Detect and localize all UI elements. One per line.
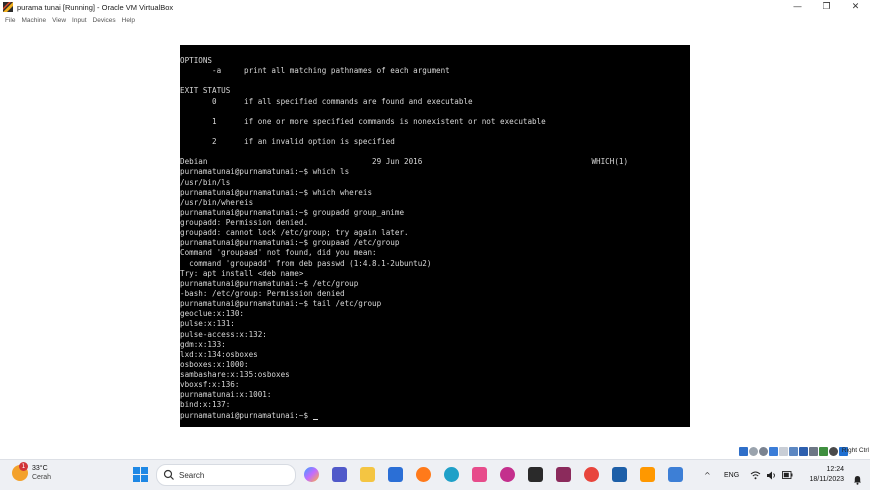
sublime-icon[interactable]	[640, 467, 655, 482]
window-title: purama tunai [Running] - Oracle VM Virtu…	[17, 2, 174, 12]
terminal-line: gdm:x:133:	[180, 339, 226, 349]
terminal-line: lxd:x:134:osboxes	[180, 349, 258, 359]
terminal-line: -a print all matching pathnames of each …	[180, 66, 450, 76]
firefox-icon[interactable]	[416, 467, 431, 482]
terminal-line: groupadd: Permission denied.	[180, 218, 309, 228]
menu-file[interactable]: File	[5, 17, 15, 24]
notification-badge: 1	[19, 462, 28, 471]
menu-devices[interactable]: Devices	[93, 17, 116, 24]
cpu-icon[interactable]	[819, 447, 828, 456]
network-icon[interactable]	[769, 447, 778, 456]
clock-date: 18/11/2023	[809, 476, 844, 483]
search-placeholder: Search	[179, 470, 205, 480]
terminal-line: bind:x:137:	[180, 400, 231, 410]
maximize-button[interactable]: ❐	[812, 0, 841, 14]
edge-icon[interactable]	[444, 467, 459, 482]
chrome-icon[interactable]	[584, 467, 599, 482]
terminal-prompt-line[interactable]: purnamatunai@purnamatunai:~$	[180, 411, 318, 421]
terminal-line: vboxsf:x:136:	[180, 380, 240, 390]
weather-condition: Cerah	[32, 474, 52, 481]
terminal-line: purnamatunai@purnamatunai:~$ groupaad /e…	[180, 238, 400, 248]
mouse-integration-icon[interactable]	[829, 447, 838, 456]
terminal-line: 0 if all specified commands are found an…	[180, 96, 473, 106]
optical-drive-icon[interactable]	[749, 447, 758, 456]
unknown-app-icon[interactable]	[668, 467, 683, 482]
weather-sun-icon: 1	[12, 462, 28, 481]
weather-temperature: 33°C	[32, 465, 48, 472]
terminal-line: /usr/bin/ls	[180, 177, 231, 187]
window-titlebar[interactable]: purama tunai [Running] - Oracle VM Virtu…	[0, 0, 870, 14]
virtualbox-window-icon	[3, 2, 13, 12]
start-button[interactable]	[133, 467, 148, 482]
terminal-line: command 'groupadd' from deb passwd (1:4.…	[180, 258, 432, 268]
terminal-line: pulse:x:131:	[180, 319, 235, 329]
terminal-line: Command 'groupaad' not found, did you me…	[180, 248, 377, 258]
terminal-line: /usr/bin/whereis	[180, 197, 254, 207]
menu-view[interactable]: View	[52, 17, 66, 24]
terminal-line: geoclue:x:130:	[180, 309, 245, 319]
notification-bell-icon[interactable]	[853, 470, 862, 489]
terminal-prompt: purnamatunai@purnamatunai:~$	[180, 410, 313, 420]
terminal-line: purnamatunai@purnamatunai:~$ groupadd gr…	[180, 207, 405, 217]
terminal-cursor	[312, 418, 318, 420]
terminal-line: EXIT STATUS	[180, 86, 231, 96]
system-clock[interactable]: 12:24 18/11/2023	[809, 465, 844, 485]
battery-icon[interactable]	[782, 471, 793, 479]
windows-taskbar: 1 33°C Cerah Search ^ ENG 12:24 18/11/20…	[0, 459, 870, 490]
usb-icon[interactable]	[779, 447, 788, 456]
weather-widget[interactable]: 1 33°C Cerah	[12, 462, 52, 482]
terminal-line: sambashare:x:135:osboxes	[180, 370, 290, 380]
display-icon[interactable]	[799, 447, 808, 456]
host-key-label: Right Ctrl	[841, 447, 869, 454]
store-icon[interactable]	[388, 467, 403, 482]
audio-icon[interactable]	[759, 447, 768, 456]
vm-console-screen[interactable]: OPTIONS -a print all matching pathnames …	[180, 45, 690, 427]
terminal-line: purnamatunai@purnamatunai:~$ which where…	[180, 187, 373, 197]
terminal-line: osboxes:x:1000:	[180, 359, 249, 369]
wifi-icon[interactable]	[750, 471, 761, 480]
taskbar-search-box[interactable]: Search	[156, 464, 296, 486]
menu-bar: File Machine View Input Devices Help	[0, 14, 870, 26]
close-button[interactable]: ✕	[841, 0, 870, 14]
minimize-button[interactable]: —	[783, 0, 812, 14]
menu-help[interactable]: Help	[122, 17, 135, 24]
clock-time: 12:24	[826, 466, 844, 473]
hard-disk-icon[interactable]	[739, 447, 748, 456]
copilot-icon[interactable]	[304, 467, 319, 482]
terminal-line: OPTIONS	[180, 56, 213, 65]
winrar-icon[interactable]	[556, 467, 571, 482]
teams-icon[interactable]	[332, 467, 347, 482]
chevron-up-icon[interactable]: ^	[704, 471, 711, 480]
terminal-line: purnamatunai:x:1001:	[180, 390, 272, 400]
recording-icon[interactable]	[809, 447, 818, 456]
search-icon	[163, 469, 174, 480]
wps-icon[interactable]	[500, 467, 515, 482]
file-explorer-icon[interactable]	[360, 467, 375, 482]
terminal-line: 2 if an invalid option is specified	[180, 137, 395, 147]
terminal-line: purnamatunai@purnamatunai:~$ which ls	[180, 167, 350, 177]
menu-machine[interactable]: Machine	[21, 17, 46, 24]
volume-icon[interactable]	[766, 471, 777, 480]
terminal-line: Debian 29 Jun 2016 WHICH(1)	[180, 157, 629, 167]
vm-statusbar: Right Ctrl	[0, 445, 870, 459]
terminal-line: 1 if one or more specified commands is n…	[180, 116, 546, 126]
language-indicator[interactable]: ENG	[724, 472, 739, 479]
menu-input[interactable]: Input	[72, 17, 86, 24]
shared-folder-icon[interactable]	[789, 447, 798, 456]
terminal-line: Try: apt install <deb name>	[180, 268, 304, 278]
terminal-line: groupadd: cannot lock /etc/group; try ag…	[180, 228, 409, 238]
snipping-tool-icon[interactable]	[472, 467, 487, 482]
terminal-line: purnamatunai@purnamatunai:~$ /etc/group	[180, 278, 359, 288]
virtualbox-icon[interactable]	[612, 467, 627, 482]
terminal-line: pulse-access:x:132:	[180, 329, 267, 339]
terminal-line: -bash: /etc/group: Permission denied	[180, 288, 345, 298]
terminal-icon[interactable]	[528, 467, 543, 482]
terminal-line: purnamatunai@purnamatunai:~$ tail /etc/g…	[180, 299, 382, 309]
